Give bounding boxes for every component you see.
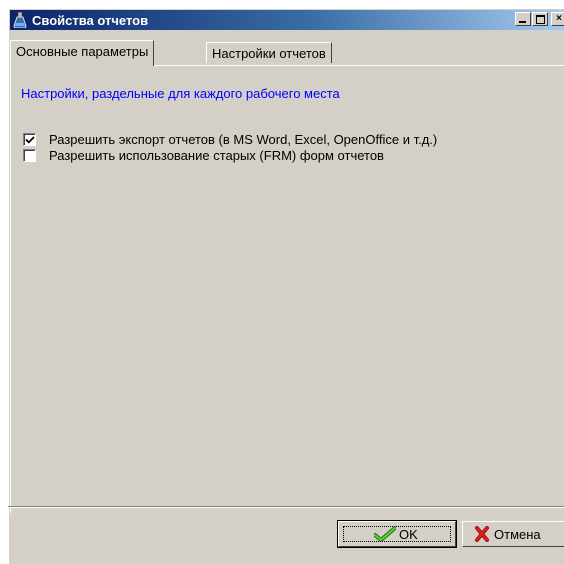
dialog-window: Свойства отчетов × Основные параметры На… [8,8,564,564]
footer-separator [8,506,564,508]
section-heading: Настройки, раздельные для каждого рабоче… [21,86,340,101]
cancel-button[interactable]: Отмена [462,521,564,547]
maximize-button[interactable] [532,12,548,26]
allow-frm-forms-label[interactable]: Разрешить использование старых (FRM) фор… [49,148,384,163]
allow-export-label[interactable]: Разрешить экспорт отчетов (в MS Word, Ex… [49,132,437,147]
title-bar[interactable]: Свойства отчетов × [10,10,564,30]
app-icon [13,11,27,29]
minimize-icon [519,21,526,23]
allow-export-checkbox[interactable] [23,133,36,146]
window-title: Свойства отчетов [32,13,149,28]
ok-label: OK [399,527,418,542]
close-button[interactable]: × [551,12,564,26]
tab-report-settings[interactable]: Настройки отчетов [206,42,332,63]
tab-main-parameters[interactable]: Основные параметры [10,40,155,66]
checkmark-icon [373,526,397,545]
cross-icon [475,526,489,545]
maximize-icon [536,15,545,24]
ok-button[interactable]: OK [337,520,457,548]
focus-rectangle [343,526,451,542]
close-icon: × [556,13,562,24]
cancel-label: Отмена [494,527,541,542]
tab-panel: Настройки, раздельные для каждого рабоче… [10,65,564,513]
minimize-button[interactable] [515,12,531,26]
checkmark-icon [25,136,35,144]
allow-frm-forms-checkbox[interactable] [23,149,36,162]
